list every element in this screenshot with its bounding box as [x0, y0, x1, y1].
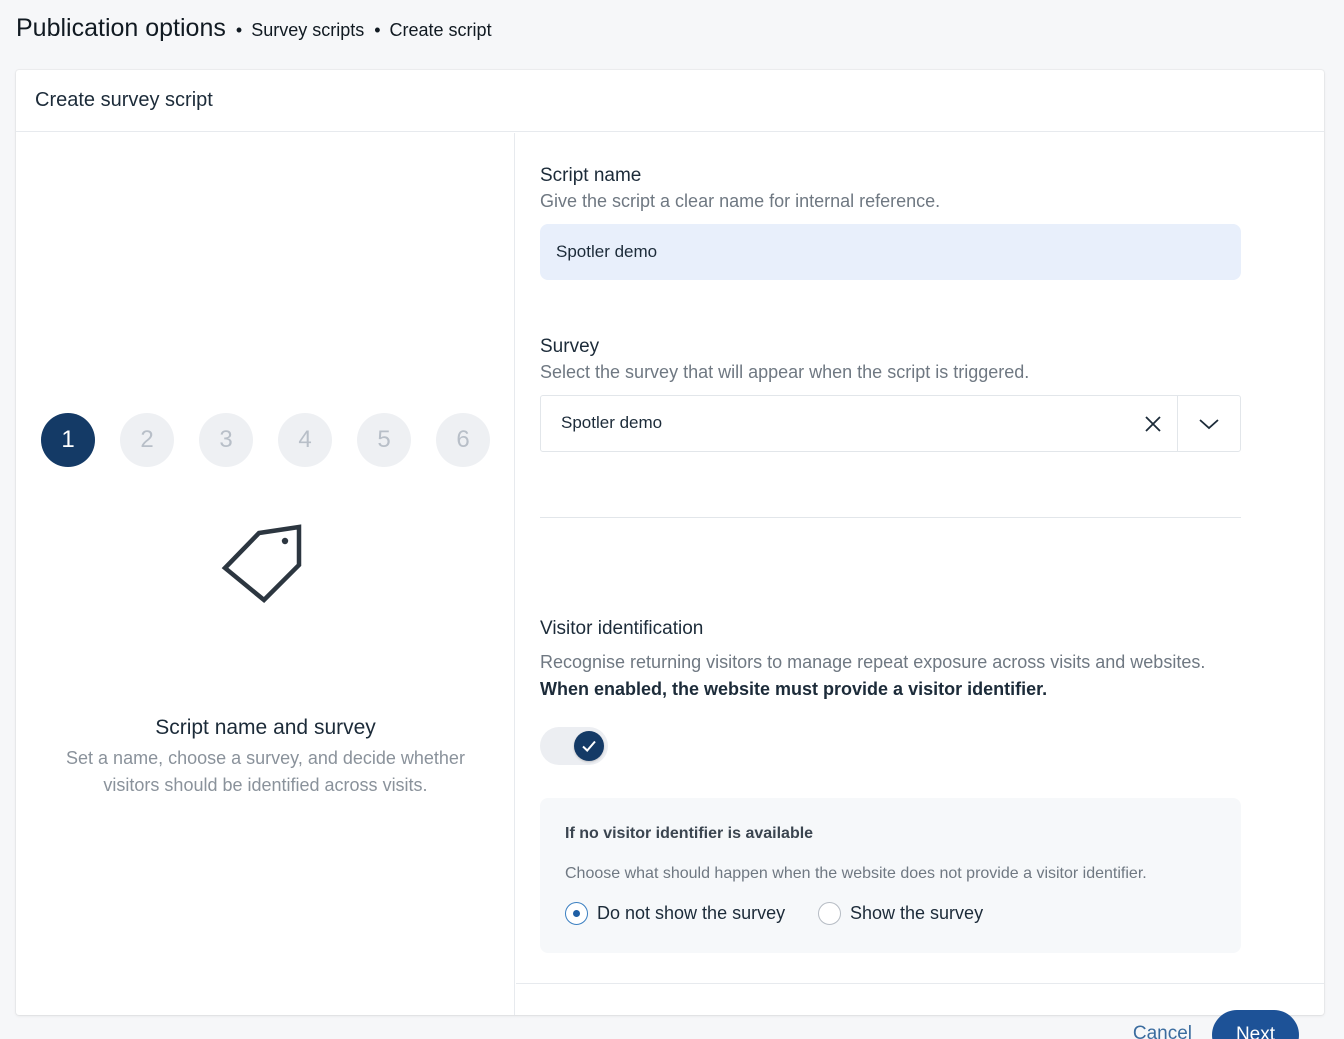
step-4[interactable]: 4 [278, 413, 332, 467]
fallback-description: Choose what should happen when the websi… [565, 865, 1147, 882]
radio-unchecked-icon [818, 902, 841, 925]
tag-icon [221, 524, 302, 604]
close-icon[interactable] [1128, 396, 1178, 451]
next-button[interactable]: Next [1212, 1010, 1299, 1039]
toggle-knob [574, 731, 604, 761]
card-title: Create survey script [16, 70, 1324, 132]
fallback-title: If no visitor identifier is available [565, 825, 814, 842]
breadcrumb-item-survey-scripts[interactable]: Survey scripts [251, 20, 364, 41]
step-title: Script name and survey [155, 716, 376, 739]
script-name-help: Give the script a clear name for interna… [540, 191, 941, 211]
visitor-identification-help: Recognise returning visitors to manage r… [540, 652, 1206, 672]
breadcrumb-item-create-script: Create script [389, 20, 492, 40]
survey-label: Survey [540, 336, 600, 357]
breadcrumb-separator: • [374, 20, 381, 40]
cancel-button[interactable]: Cancel [1133, 1023, 1192, 1039]
footer-divider [516, 983, 1324, 984]
breadcrumb-separator: • [235, 20, 243, 40]
survey-selected-value: Spotler demo [561, 413, 663, 432]
step-1[interactable]: 1 [41, 413, 95, 467]
script-name-label: Script name [540, 165, 642, 186]
chevron-down-icon[interactable] [1178, 396, 1240, 451]
step-6[interactable]: 6 [436, 413, 490, 467]
survey-help: Select the survey that will appear when … [540, 362, 1030, 382]
radio-label: Show the survey [850, 903, 984, 923]
stepper: 1 2 3 4 5 6 [41, 413, 490, 467]
visitor-identification-note: When enabled, the website must provide a… [540, 679, 1048, 699]
check-icon [582, 740, 596, 752]
radio-show[interactable]: Show the survey [818, 902, 983, 925]
script-name-input[interactable] [540, 224, 1241, 280]
radio-label: Do not show the survey [597, 903, 786, 923]
radio-checked-icon [565, 902, 588, 925]
visitor-identification-toggle[interactable] [540, 727, 608, 765]
step-2[interactable]: 2 [120, 413, 174, 467]
form-pane: Script name Give the script a clear name… [516, 133, 1324, 1039]
visitor-identification-label: Visitor identification [540, 618, 704, 639]
stepper-pane: 1 2 3 4 5 6 Script name and survey Set a… [16, 133, 515, 1015]
page-title: Publication options [16, 14, 226, 42]
survey-select[interactable]: Spotler demo [540, 395, 1241, 452]
breadcrumb: Publication options • Survey scripts • C… [16, 14, 492, 43]
step-5[interactable]: 5 [357, 413, 411, 467]
fallback-panel: If no visitor identifier is available Ch… [540, 798, 1241, 953]
section-divider [540, 517, 1241, 518]
step-description: Set a name, choose a survey, and decide … [66, 748, 465, 795]
radio-do-not-show[interactable]: Do not show the survey [565, 902, 785, 925]
create-script-card: Create survey script 1 2 3 4 5 6 Script … [16, 70, 1324, 1039]
step-3[interactable]: 3 [199, 413, 253, 467]
